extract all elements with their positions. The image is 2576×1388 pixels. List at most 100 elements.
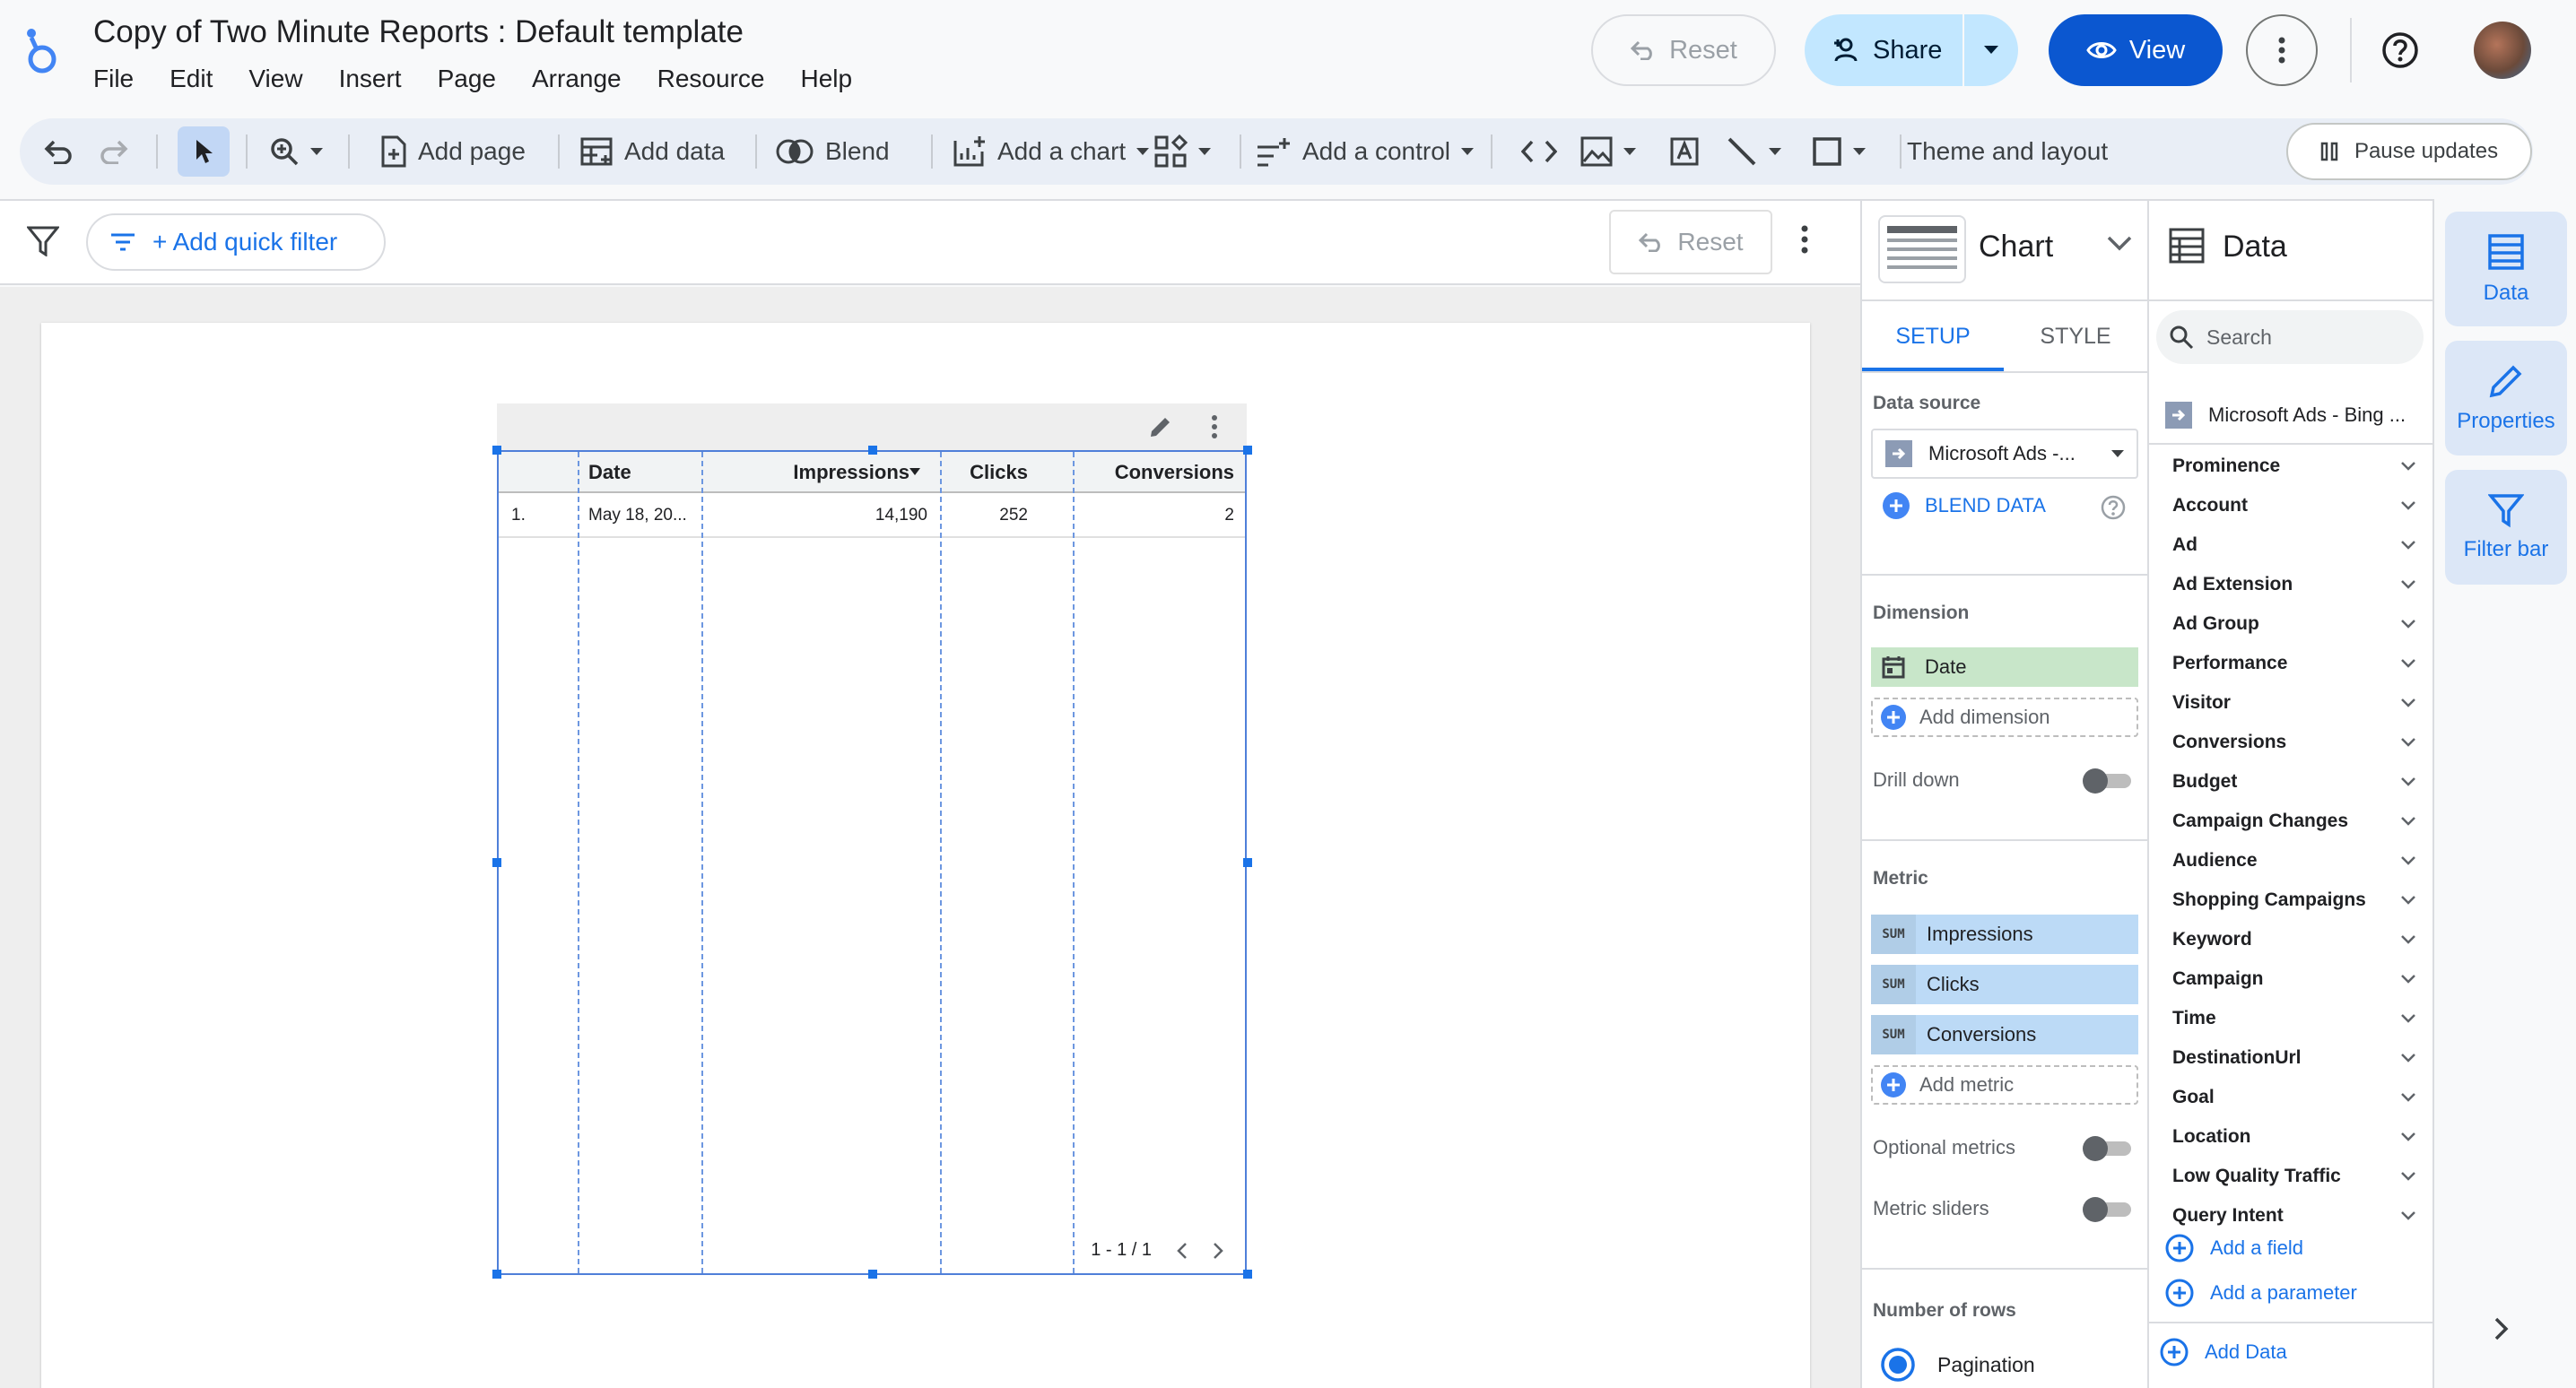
add-parameter-button[interactable]: Add a parameter: [2165, 1279, 2357, 1307]
field-group[interactable]: Performance: [2149, 644, 2432, 683]
edit-pencil-icon[interactable]: [1148, 414, 1173, 439]
share-button[interactable]: Share: [1805, 14, 1962, 86]
aggregation-label[interactable]: SUM: [1871, 1015, 1916, 1054]
select-tool-button[interactable]: [178, 126, 230, 177]
field-group[interactable]: Visitor: [2149, 683, 2432, 723]
filter-reset-button[interactable]: Reset: [1609, 210, 1772, 274]
metric-chip-conversions[interactable]: SUM Conversions: [1871, 1015, 2138, 1054]
resize-handle[interactable]: [492, 858, 501, 867]
blend-data-button[interactable]: BLEND DATA: [1882, 491, 2046, 520]
field-group[interactable]: DestinationUrl: [2149, 1038, 2432, 1078]
embed-url-button[interactable]: [1521, 118, 1557, 185]
looker-studio-logo-icon[interactable]: [23, 25, 59, 75]
add-metric-button[interactable]: Add metric: [1871, 1065, 2138, 1105]
shape-button[interactable]: [1812, 118, 1866, 185]
add-control-button[interactable]: Add a control: [1256, 118, 1474, 185]
tab-setup[interactable]: SETUP: [1862, 301, 2004, 371]
column-header-impressions[interactable]: Impressions: [732, 452, 909, 493]
optional-metrics-toggle[interactable]: [2083, 1136, 2133, 1161]
chevron-down-icon[interactable]: [2106, 235, 2133, 253]
field-group[interactable]: Campaign: [2149, 959, 2432, 999]
resize-handle[interactable]: [492, 1270, 501, 1279]
resize-handle[interactable]: [1243, 1270, 1252, 1279]
rail-filter-bar-button[interactable]: Filter bar: [2445, 470, 2567, 585]
zoom-button[interactable]: [269, 118, 323, 185]
field-group[interactable]: Ad Extension: [2149, 565, 2432, 604]
rail-data-button[interactable]: Data: [2445, 212, 2567, 326]
filter-icon[interactable]: [27, 226, 59, 256]
document-title[interactable]: Copy of Two Minute Reports : Default tem…: [93, 14, 744, 50]
menu-insert[interactable]: Insert: [339, 65, 402, 93]
data-source-item[interactable]: Microsoft Ads - Bing ...: [2165, 393, 2425, 438]
table-chart[interactable]: Date Impressions Clicks Conversions 1. M…: [497, 450, 1247, 1275]
redo-button[interactable]: [99, 118, 129, 185]
add-field-button[interactable]: Add a field: [2165, 1234, 2303, 1262]
field-group[interactable]: Shopping Campaigns: [2149, 881, 2432, 920]
help-circle-icon[interactable]: [2101, 495, 2126, 520]
menu-page[interactable]: Page: [438, 65, 496, 93]
theme-and-layout-button[interactable]: Theme and layout: [1907, 118, 2108, 185]
menu-file[interactable]: File: [93, 65, 134, 93]
resize-handle[interactable]: [868, 446, 877, 455]
pagination-radio[interactable]: Pagination: [1880, 1347, 2035, 1383]
sort-descending-icon[interactable]: [909, 468, 920, 475]
rail-properties-button[interactable]: Properties: [2445, 341, 2567, 455]
metric-chip-impressions[interactable]: SUM Impressions: [1871, 915, 2138, 954]
menu-arrange[interactable]: Arrange: [532, 65, 622, 93]
add-data-panel-button[interactable]: Add Data: [2160, 1338, 2287, 1366]
field-group[interactable]: Ad: [2149, 525, 2432, 565]
add-dimension-button[interactable]: Add dimension: [1871, 698, 2138, 737]
add-page-button[interactable]: Add page: [380, 118, 526, 185]
resize-handle[interactable]: [1243, 858, 1252, 867]
metric-sliders-toggle[interactable]: [2083, 1197, 2133, 1222]
column-header-date[interactable]: Date: [588, 452, 631, 493]
field-group[interactable]: Goal: [2149, 1078, 2432, 1117]
chevron-left-icon[interactable]: [1177, 1242, 1188, 1260]
dimension-chip-date[interactable]: Date: [1871, 647, 2138, 687]
pause-updates-button[interactable]: Pause updates: [2286, 123, 2532, 180]
data-source-select[interactable]: Microsoft Ads -...: [1871, 429, 2138, 479]
field-group[interactable]: Account: [2149, 486, 2432, 525]
chart-more-vert-icon[interactable]: [1211, 414, 1218, 439]
add-quick-filter-button[interactable]: + Add quick filter: [86, 213, 386, 271]
resize-handle[interactable]: [1243, 446, 1252, 455]
avatar[interactable]: [2474, 22, 2531, 79]
field-group[interactable]: Conversions: [2149, 723, 2432, 762]
menu-edit[interactable]: Edit: [170, 65, 213, 93]
field-group[interactable]: Audience: [2149, 841, 2432, 881]
line-button[interactable]: [1726, 118, 1781, 185]
aggregation-label[interactable]: SUM: [1871, 915, 1916, 954]
field-group[interactable]: Budget: [2149, 762, 2432, 802]
filter-bar-more-button[interactable]: [1801, 224, 1808, 255]
field-search-input[interactable]: Search: [2156, 310, 2424, 364]
field-group[interactable]: Keyword: [2149, 920, 2432, 959]
field-group[interactable]: Time: [2149, 999, 2432, 1038]
undo-button[interactable]: [43, 118, 74, 185]
field-group[interactable]: Low Quality Traffic: [2149, 1157, 2432, 1196]
field-group[interactable]: Location: [2149, 1117, 2432, 1157]
field-group[interactable]: Ad Group: [2149, 604, 2432, 644]
column-header-conversions[interactable]: Conversions: [1069, 452, 1234, 493]
tab-style[interactable]: STYLE: [2004, 301, 2147, 371]
drill-down-toggle[interactable]: [2083, 768, 2133, 794]
menu-view[interactable]: View: [248, 65, 302, 93]
field-group[interactable]: Campaign Changes: [2149, 802, 2432, 841]
column-header-clicks[interactable]: Clicks: [944, 452, 1028, 493]
text-box-button[interactable]: [1668, 118, 1701, 185]
add-chart-button[interactable]: Add a chart: [953, 118, 1150, 185]
image-button[interactable]: [1580, 118, 1636, 185]
menu-resource[interactable]: Resource: [657, 65, 765, 93]
aggregation-label[interactable]: SUM: [1871, 965, 1916, 1004]
menu-help[interactable]: Help: [800, 65, 852, 93]
add-data-button[interactable]: Add data: [579, 118, 725, 185]
chevron-right-icon[interactable]: [2493, 1316, 2510, 1341]
share-dropdown-button[interactable]: [1964, 14, 2018, 86]
view-button[interactable]: View: [2049, 14, 2223, 86]
chevron-right-icon[interactable]: [1213, 1242, 1223, 1260]
reset-button[interactable]: Reset: [1591, 14, 1776, 86]
help-button[interactable]: [2375, 25, 2425, 75]
field-group[interactable]: Query Intent: [2149, 1196, 2432, 1236]
metric-chip-clicks[interactable]: SUM Clicks: [1871, 965, 2138, 1004]
resize-handle[interactable]: [492, 446, 501, 455]
more-options-button[interactable]: [2246, 14, 2318, 86]
